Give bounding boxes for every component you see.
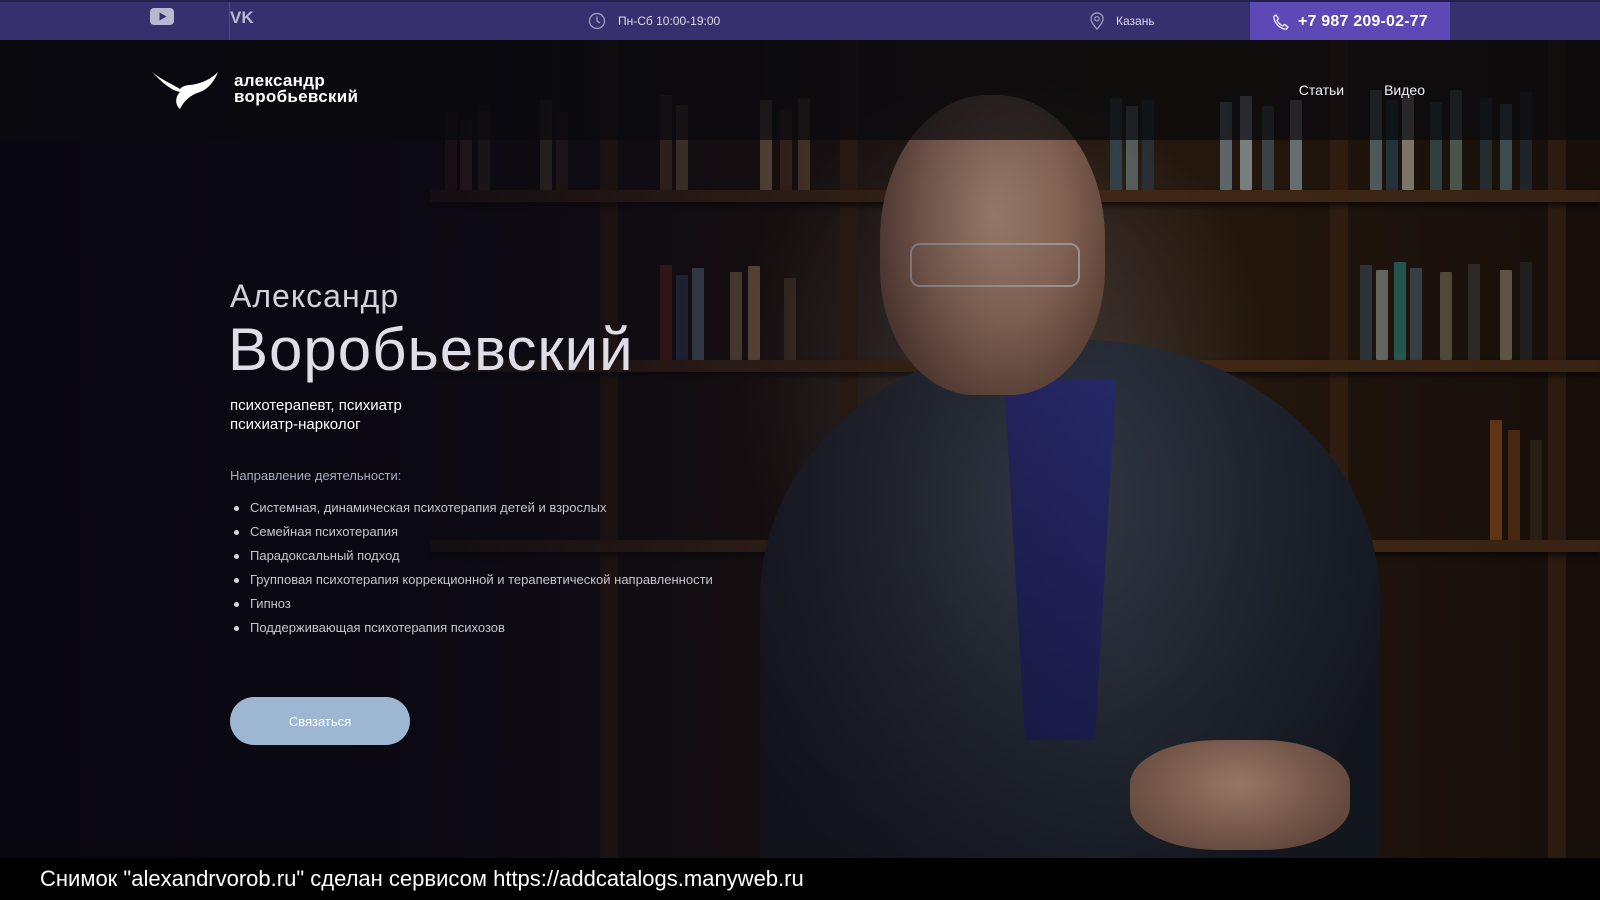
vk-link[interactable]: VK	[230, 2, 310, 40]
phone-number: +7 987 209-02-77	[1298, 13, 1428, 30]
map-pin-icon	[1090, 12, 1104, 30]
youtube-icon	[150, 8, 174, 25]
phone-icon	[1273, 14, 1289, 30]
working-hours: Пн-Сб 10:00-19:00	[588, 2, 720, 40]
hero-section: александр воробьевский Статьи Видео Алек…	[0, 40, 1600, 858]
hero-last-name: Воробьевский	[228, 316, 634, 383]
logo-text: александр воробьевский	[234, 72, 359, 106]
city-location: Казань	[1090, 2, 1155, 40]
activity-heading: Направление деятельности:	[230, 468, 402, 483]
hero-profession: психотерапевт, психиатр психиатр-нарколо…	[230, 396, 402, 434]
youtube-link[interactable]	[150, 2, 230, 40]
city-text: Казань	[1116, 14, 1155, 28]
activity-item: Парадоксальный подход	[230, 544, 713, 568]
site-logo[interactable]: александр воробьевский	[150, 68, 358, 110]
activity-item: Семейная психотерапия	[230, 520, 713, 544]
main-nav: Статьи Видео	[1299, 82, 1425, 98]
bird-logo-icon	[152, 72, 218, 109]
nav-link-video[interactable]: Видео	[1384, 82, 1425, 98]
logo-line-2: воробьевский	[234, 87, 359, 106]
svg-text:VK: VK	[230, 8, 254, 26]
activity-item: Гипноз	[230, 592, 713, 616]
contact-button[interactable]: Связаться	[230, 697, 410, 745]
activity-item: Групповая психотерапия коррекционной и т…	[230, 568, 713, 592]
phone-button[interactable]: +7 987 209-02-77	[1250, 2, 1450, 42]
activity-item: Поддерживающая психотерапия психозов	[230, 616, 713, 640]
screenshot-caption: Снимок "alexandrvorob.ru" сделан сервисо…	[0, 858, 1600, 900]
clock-icon	[588, 12, 606, 30]
profession-line-1: психотерапевт, психиатр	[230, 397, 402, 414]
activity-list: Системная, динамическая психотерапия дет…	[230, 496, 713, 640]
top-info-bar: VK Пн-Сб 10:00-19:00 Казань +7 987 209-0…	[0, 0, 1600, 42]
nav-link-articles[interactable]: Статьи	[1299, 82, 1344, 98]
vk-icon: VK	[230, 8, 254, 26]
hero-first-name: Александр	[230, 278, 400, 314]
activity-item: Системная, динамическая психотерапия дет…	[230, 496, 713, 520]
profession-line-2: психиатр-нарколог	[230, 416, 361, 433]
site-header: александр воробьевский Статьи Видео	[0, 40, 1600, 140]
hours-text: Пн-Сб 10:00-19:00	[618, 14, 721, 28]
